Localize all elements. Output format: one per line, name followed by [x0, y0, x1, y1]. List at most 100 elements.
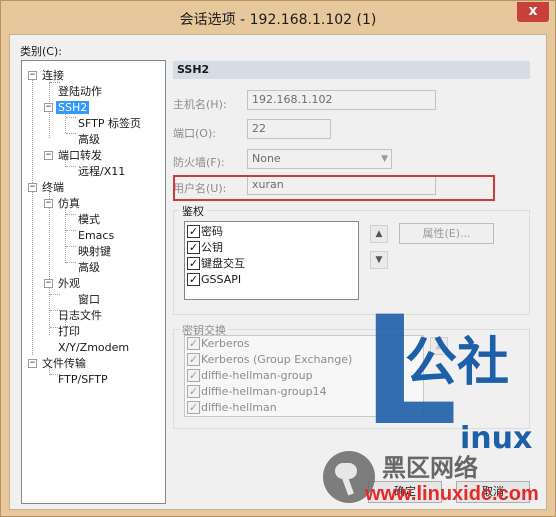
watermark-site-cn: 黑区网络: [382, 454, 478, 482]
tree-item-label: SSH2: [56, 101, 90, 114]
tree-item-label: 远程/X11: [78, 165, 126, 178]
list-item[interactable]: ✓ diffie-hellman: [187, 400, 277, 416]
session-options-window: 会话选项 - 192.168.1.102 (1) x 类别(C): − − − …: [0, 0, 556, 517]
username-highlight-box: [173, 175, 495, 201]
tree-item-xyzmodem[interactable]: X/Y/Zmodem: [56, 340, 131, 355]
kex-item-label: diffie-hellman-group14: [201, 385, 327, 398]
category-label: 类别(C):: [20, 45, 62, 58]
hostname-label: 主机名(H):: [173, 98, 227, 111]
tree-item-label: 打印: [58, 325, 80, 338]
properties-button[interactable]: 属性(E)...: [399, 223, 494, 244]
title-bar[interactable]: 会话选项 - 192.168.1.102 (1) x: [1, 1, 555, 33]
tree-item-label: 窗口: [78, 293, 100, 306]
tree-item-label: 模式: [78, 213, 100, 226]
tree-item-emacs[interactable]: Emacs: [76, 228, 116, 243]
tree-item-label: 高级: [78, 133, 100, 146]
checkbox[interactable]: ✓: [187, 272, 200, 286]
kex-item-label: diffie-hellman-group: [201, 369, 313, 382]
tree-item-label: 文件传输: [42, 357, 86, 370]
expander-ssh2[interactable]: −: [44, 103, 53, 112]
tree-item-ssh2[interactable]: SSH2: [56, 100, 90, 115]
expander-port-forwarding[interactable]: −: [44, 151, 53, 160]
port-label: 端口(O):: [173, 127, 216, 140]
firewall-label: 防火墙(F):: [173, 156, 225, 169]
auth-item-label: 键盘交互: [201, 257, 245, 270]
tree-item-label: 连接: [42, 69, 64, 82]
firewall-select-value: None: [252, 152, 281, 165]
tree-item-ftp-sftp[interactable]: FTP/SFTP: [56, 372, 110, 387]
checkbox[interactable]: ✓: [187, 256, 200, 270]
port-input[interactable]: 22: [247, 119, 331, 139]
tree-item-printing[interactable]: 打印: [56, 324, 82, 339]
tree-item-label: 终端: [42, 181, 64, 194]
checkbox[interactable]: ✓: [187, 384, 200, 398]
list-item[interactable]: ✓ Kerberos (Group Exchange): [187, 352, 352, 368]
watermark-brand-en: inux: [460, 421, 533, 456]
list-item[interactable]: ✓ GSSAPI: [187, 272, 241, 288]
tree-item-sftp-tab[interactable]: SFTP 标签页: [76, 116, 143, 131]
tree-item-mapped-keys[interactable]: 映射键: [76, 244, 113, 259]
auth-item-label: 密码: [201, 225, 223, 238]
chevron-down-icon: ▼: [381, 154, 388, 164]
tree-item-log-file[interactable]: 日志文件: [56, 308, 104, 323]
tree-item-remote-x11[interactable]: 远程/X11: [76, 164, 127, 179]
tree-item-file-transfer[interactable]: 文件传输: [40, 356, 88, 371]
auth-group-title: 鉴权: [180, 203, 206, 219]
tree-item-port-forwarding[interactable]: 端口转发: [56, 148, 104, 163]
checkbox[interactable]: ✓: [187, 336, 200, 350]
watermark-site-url: www.linuxidc.com: [365, 483, 539, 505]
auth-move-up-button[interactable]: ▲: [370, 225, 388, 243]
tree-item-label: 映射键: [78, 245, 111, 258]
tree-item-emulation-advanced[interactable]: 高级: [76, 260, 102, 275]
kex-item-label: Kerberos (Group Exchange): [201, 353, 353, 366]
tree-item-emulation[interactable]: 仿真: [56, 196, 82, 211]
expander-file-transfer[interactable]: −: [28, 359, 37, 368]
tree-item-terminal[interactable]: 终端: [40, 180, 66, 195]
auth-move-down-button[interactable]: ▼: [370, 251, 388, 269]
checkbox[interactable]: ✓: [187, 224, 200, 238]
expander-emulation[interactable]: −: [44, 199, 53, 208]
checkbox[interactable]: ✓: [187, 240, 200, 254]
category-tree[interactable]: − − − − − − − 连接 登陆动作 SSH2 SFTP 标签页 高级 端…: [21, 60, 166, 504]
tree-item-label: SFTP 标签页: [78, 117, 141, 130]
section-header: SSH2: [173, 61, 530, 79]
auth-method-list[interactable]: ✓ 密码 ✓ 公钥 ✓ 键盘交互 ✓ GSSAPI: [184, 221, 359, 300]
checkbox[interactable]: ✓: [187, 368, 200, 382]
expander-appearance[interactable]: −: [44, 279, 53, 288]
tree-item-label: 登陆动作: [58, 85, 102, 98]
tree-item-label: 端口转发: [58, 149, 102, 162]
firewall-select[interactable]: None ▼: [247, 149, 392, 169]
dialog-client-area: 类别(C): − − − − − − − 连接 登陆动作 SSH2 SFTP 标…: [9, 34, 547, 510]
window-title: 会话选项 - 192.168.1.102 (1): [179, 12, 377, 28]
list-item[interactable]: ✓ Kerberos: [187, 336, 249, 352]
list-item[interactable]: ✓ diffie-hellman-group14: [187, 384, 327, 400]
expander-terminal[interactable]: −: [28, 183, 37, 192]
tree-item-connection[interactable]: 连接: [40, 68, 66, 83]
tree-item-label: 日志文件: [58, 309, 102, 322]
auth-item-label: GSSAPI: [201, 273, 242, 286]
tree-item-label: X/Y/Zmodem: [58, 341, 130, 354]
kex-item-label: Kerberos: [201, 337, 250, 350]
kex-item-label: diffie-hellman: [201, 401, 277, 414]
hostname-input[interactable]: 192.168.1.102: [247, 90, 436, 110]
tree-item-window[interactable]: 窗口: [76, 292, 102, 307]
auth-item-label: 公钥: [201, 241, 223, 254]
tree-item-label: 高级: [78, 261, 100, 274]
tree-item-label: 仿真: [58, 197, 80, 210]
list-item[interactable]: ✓ 键盘交互: [187, 256, 245, 272]
tree-item-modes[interactable]: 模式: [76, 212, 102, 227]
list-item[interactable]: ✓ diffie-hellman-group: [187, 368, 313, 384]
tree-item-appearance[interactable]: 外观: [56, 276, 82, 291]
watermark-brand-cn: 公社: [405, 333, 510, 393]
checkbox[interactable]: ✓: [187, 400, 200, 414]
list-item[interactable]: ✓ 密码: [187, 224, 223, 240]
checkbox[interactable]: ✓: [187, 352, 200, 366]
close-button[interactable]: x: [517, 2, 549, 22]
expander-connection[interactable]: −: [28, 71, 37, 80]
tree-item-label: Emacs: [78, 229, 115, 242]
tree-item-ssh2-advanced[interactable]: 高级: [76, 132, 102, 147]
list-item[interactable]: ✓ 公钥: [187, 240, 223, 256]
tree-item-label: 外观: [58, 277, 80, 290]
tree-item-login-actions[interactable]: 登陆动作: [56, 84, 104, 99]
tree-item-label: FTP/SFTP: [58, 373, 108, 386]
